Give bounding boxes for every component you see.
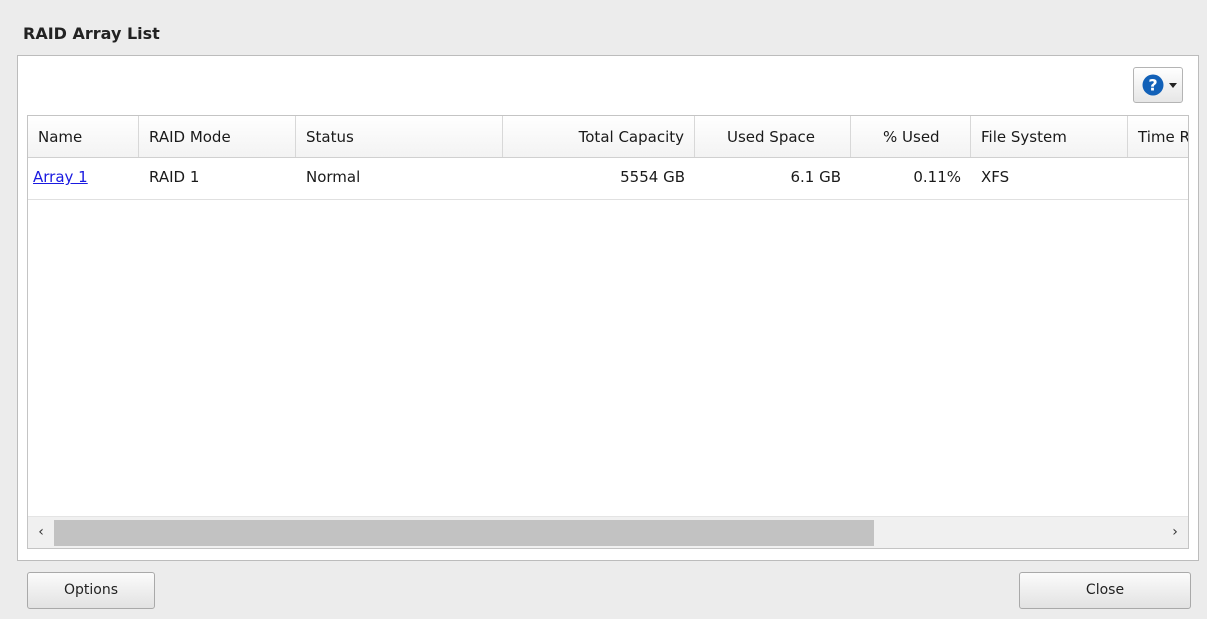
array-link[interactable]: Array 1 <box>33 168 88 186</box>
column-header-status[interactable]: Status <box>296 116 503 157</box>
cell-file-system: XFS <box>981 168 1010 186</box>
options-button[interactable]: Options <box>27 572 155 609</box>
close-button[interactable]: Close <box>1019 572 1191 609</box>
scroll-right-arrow-icon[interactable]: › <box>1162 517 1188 548</box>
column-header-raid-mode[interactable]: RAID Mode <box>139 116 296 157</box>
cell-percent-used: 0.11% <box>913 168 961 186</box>
horizontal-scrollbar[interactable]: ‹ › <box>28 516 1188 548</box>
raid-array-panel: ? Name RAID Mode Status Total Capacity U… <box>17 55 1199 561</box>
column-header-name[interactable]: Name <box>28 116 139 157</box>
cell-total-capacity: 5554 GB <box>620 168 685 186</box>
dialog-title: RAID Array List <box>23 24 160 43</box>
cell-raid-mode: RAID 1 <box>149 168 200 186</box>
table-header: Name RAID Mode Status Total Capacity Use… <box>28 116 1188 158</box>
cell-used-space: 6.1 GB <box>790 168 841 186</box>
help-icon: ? <box>1142 74 1164 96</box>
column-header-file-system[interactable]: File System <box>971 116 1128 157</box>
scroll-left-arrow-icon[interactable]: ‹ <box>28 517 54 548</box>
scroll-thumb[interactable] <box>54 520 874 546</box>
table-row[interactable]: Array 1 RAID 1 Normal 5554 GB 6.1 GB 0.1… <box>28 157 1188 200</box>
raid-array-table: Name RAID Mode Status Total Capacity Use… <box>27 115 1189 549</box>
chevron-down-icon <box>1169 83 1177 88</box>
svg-text:?: ? <box>1148 76 1157 95</box>
help-menu-button[interactable]: ? <box>1133 67 1183 103</box>
scroll-track[interactable] <box>54 517 1162 548</box>
column-header-total-capacity[interactable]: Total Capacity <box>503 116 695 157</box>
column-header-time-remaining[interactable]: Time R <box>1128 116 1188 157</box>
column-header-percent-used[interactable]: % Used <box>851 116 971 157</box>
column-header-used-space[interactable]: Used Space <box>695 116 851 157</box>
cell-time-remaining <box>1128 157 1188 199</box>
cell-status: Normal <box>306 168 361 186</box>
